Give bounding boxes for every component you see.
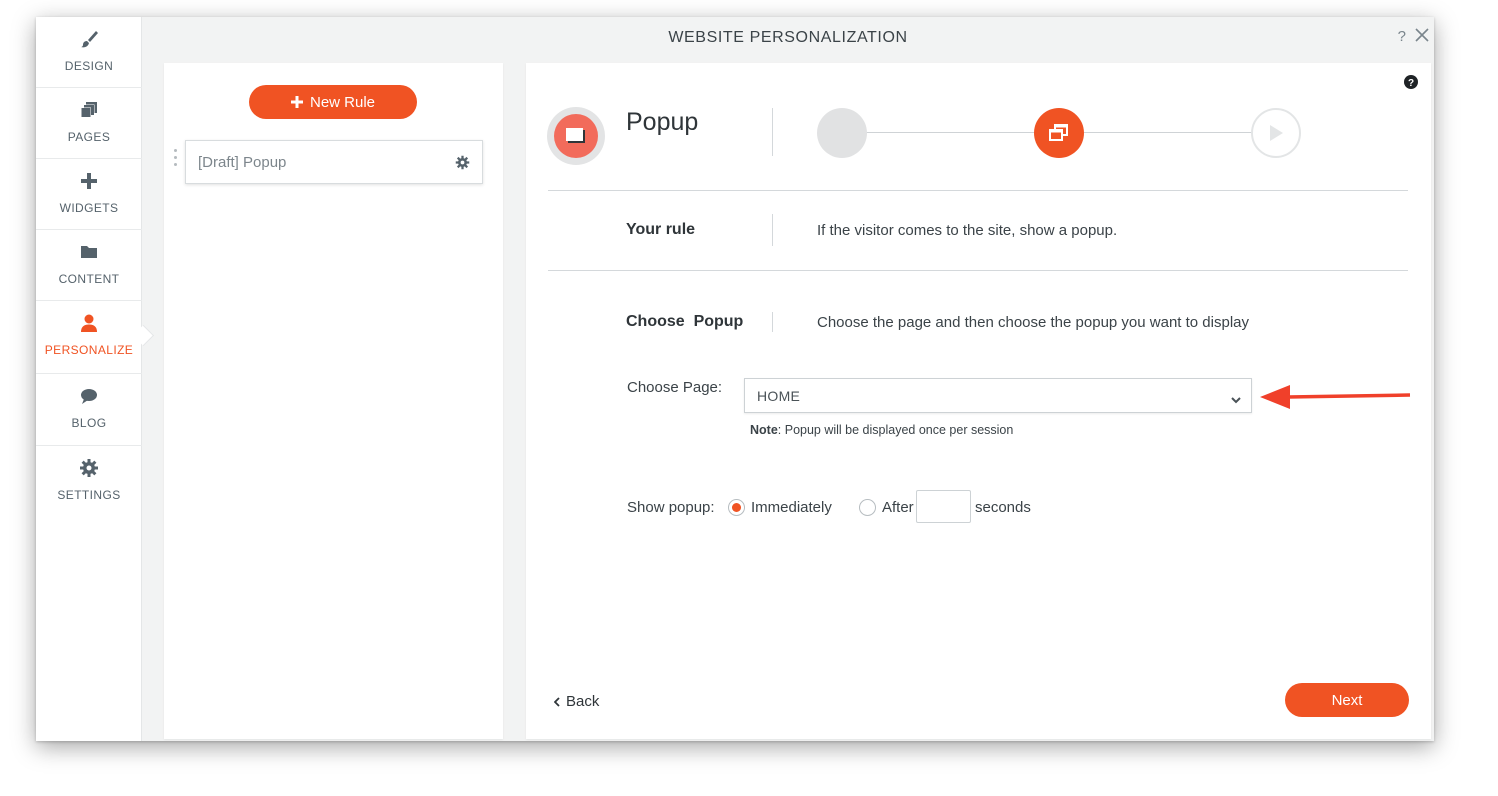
- step-popup[interactable]: [1034, 108, 1084, 158]
- after-option-label: After: [882, 499, 914, 516]
- rule-item[interactable]: [Draft] Popup: [185, 140, 483, 184]
- choose-popup-text: Choose the page and then choose the popu…: [817, 314, 1249, 331]
- divider: [548, 190, 1408, 191]
- step-connector: [1082, 132, 1253, 133]
- divider: [772, 108, 773, 156]
- choose-page-select[interactable]: HOME: [744, 378, 1252, 413]
- play-icon: [1270, 125, 1283, 141]
- svg-text:?: ?: [1408, 78, 1414, 89]
- popup-type-icon: [547, 107, 605, 165]
- sidebar-item-label: PERSONALIZE: [44, 343, 134, 357]
- new-rule-button[interactable]: New Rule: [249, 85, 417, 119]
- after-radio[interactable]: [859, 499, 876, 516]
- sidebar-item-label: DESIGN: [64, 59, 114, 73]
- step-preview[interactable]: [1251, 108, 1301, 158]
- step-filter[interactable]: [817, 108, 867, 158]
- back-label: Back: [566, 693, 600, 710]
- window-title: WEBSITE PERSONALIZATION: [668, 29, 908, 46]
- sidebar-item-widgets[interactable]: WIDGETS: [36, 159, 142, 230]
- sidebar-item-label: WIDGETS: [59, 201, 119, 215]
- rule-type-title: Popup: [626, 108, 699, 136]
- drag-handle[interactable]: [173, 149, 179, 173]
- immediately-radio[interactable]: [728, 499, 745, 516]
- sidebar-item-design[interactable]: DESIGN: [36, 17, 142, 88]
- rule-settings-gear-icon[interactable]: [455, 155, 470, 175]
- annotation-arrow-icon: [1260, 385, 1411, 409]
- your-rule-text: If the visitor comes to the site, show a…: [817, 222, 1118, 239]
- immediately-option-label: Immediately: [751, 499, 832, 516]
- plus-icon: [290, 96, 303, 108]
- sidebar-item-personalize[interactable]: PERSONALIZE: [36, 301, 142, 374]
- plus-icon: [79, 171, 99, 191]
- brush-icon: [79, 29, 99, 49]
- show-popup-label: Show popup:: [627, 499, 715, 516]
- close-icon[interactable]: [1415, 28, 1429, 47]
- choose-popup-label: Choose Popup: [626, 313, 744, 330]
- folder-icon: [79, 242, 99, 262]
- personalization-window: DESIGN PAGES WIDGETS CONTENT PERSONALIZE: [36, 17, 1434, 741]
- rule-name: [Draft] Popup: [198, 154, 287, 171]
- sidebar-item-blog[interactable]: BLOG: [36, 374, 142, 446]
- chat-bubble-icon: [79, 386, 99, 406]
- session-note: Note: Popup will be displayed once per s…: [750, 423, 1013, 437]
- note-text: : Popup will be displayed once per sessi…: [777, 423, 1014, 437]
- sidebar-item-label: CONTENT: [58, 272, 120, 286]
- sidebar: DESIGN PAGES WIDGETS CONTENT PERSONALIZE: [36, 17, 142, 741]
- step-connector: [865, 132, 1036, 133]
- new-rule-label: New Rule: [309, 93, 376, 111]
- your-rule-label: Your rule: [626, 221, 696, 238]
- sidebar-item-pages[interactable]: PAGES: [36, 88, 142, 159]
- next-button[interactable]: Next: [1285, 683, 1409, 717]
- gear-icon: [79, 458, 99, 478]
- question-circle-icon[interactable]: ?: [1404, 75, 1418, 94]
- divider: [772, 312, 773, 332]
- back-button[interactable]: Back: [554, 693, 599, 710]
- help-button[interactable]: ?: [1398, 28, 1406, 45]
- sidebar-item-settings[interactable]: SETTINGS: [36, 446, 142, 517]
- divider: [548, 270, 1408, 271]
- chevron-down-icon: [1231, 391, 1241, 409]
- popup-windows-icon: [1049, 124, 1068, 141]
- choose-page-value: HOME: [757, 388, 801, 404]
- sidebar-item-content[interactable]: CONTENT: [36, 230, 142, 301]
- chevron-left-icon: [554, 696, 560, 707]
- sidebar-item-label: PAGES: [67, 130, 111, 144]
- choose-page-label: Choose Page:: [627, 379, 723, 396]
- seconds-label: seconds: [975, 499, 1031, 516]
- sidebar-item-label: SETTINGS: [57, 488, 121, 502]
- sidebar-item-label: BLOG: [71, 416, 107, 430]
- pages-icon: [79, 100, 99, 120]
- note-bold: Note: [750, 423, 778, 437]
- seconds-input[interactable]: [916, 490, 971, 523]
- person-icon: [79, 313, 99, 333]
- divider: [772, 214, 773, 246]
- rules-panel: New Rule [Draft] Popup: [164, 63, 503, 739]
